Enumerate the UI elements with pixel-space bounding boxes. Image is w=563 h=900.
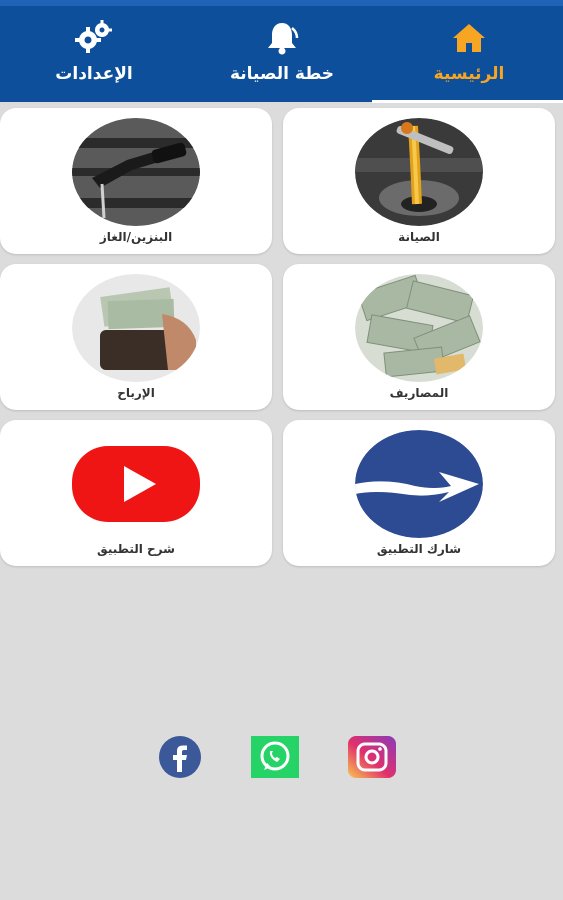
tab-settings-label: الإعدادات [55, 64, 133, 84]
active-tab-indicator [372, 100, 563, 103]
card-share-app[interactable]: شارك التطبيق [283, 420, 555, 566]
card-maintenance-label: الصيانة [398, 230, 440, 244]
tab-settings[interactable]: الإعدادات [0, 6, 188, 102]
whatsapp-icon[interactable] [251, 736, 299, 778]
tab-maintenance-plan[interactable]: خطة الصيانة [188, 6, 376, 102]
card-expenses[interactable]: المصاريف [283, 264, 555, 410]
oil-change-photo [355, 118, 483, 226]
card-share-app-label: شارك التطبيق [376, 542, 462, 556]
card-expenses-label: المصاريف [389, 386, 449, 400]
tab-maintenance-plan-label: خطة الصيانة [229, 64, 335, 84]
card-fuel[interactable]: البنزين/الغاز [0, 108, 272, 254]
card-app-tutorial-label: شرح التطبيق [97, 542, 175, 556]
tab-home[interactable]: الرئيسية [375, 6, 563, 102]
card-maintenance[interactable]: الصيانة [283, 108, 555, 254]
home-icon [453, 24, 485, 52]
youtube-play-icon [72, 446, 200, 522]
card-profits[interactable]: الإرباح [0, 264, 272, 410]
facebook-icon[interactable] [156, 736, 204, 778]
wallet-cash-photo [72, 274, 200, 382]
fuel-nozzle-photo [72, 118, 200, 226]
money-bills-photo [355, 274, 483, 382]
instagram-icon[interactable] [348, 736, 396, 778]
card-fuel-label: البنزين/الغاز [99, 230, 173, 244]
top-navigation: الرئيسية خطة الصيانة الإعدادات [0, 6, 563, 103]
share-arrow-icon [355, 430, 483, 538]
card-profits-label: الإرباح [117, 386, 155, 400]
bell-icon [268, 23, 299, 55]
tab-home-label: الرئيسية [433, 64, 505, 84]
card-app-tutorial[interactable]: شرح التطبيق [0, 420, 272, 566]
gears-icon [75, 20, 112, 53]
